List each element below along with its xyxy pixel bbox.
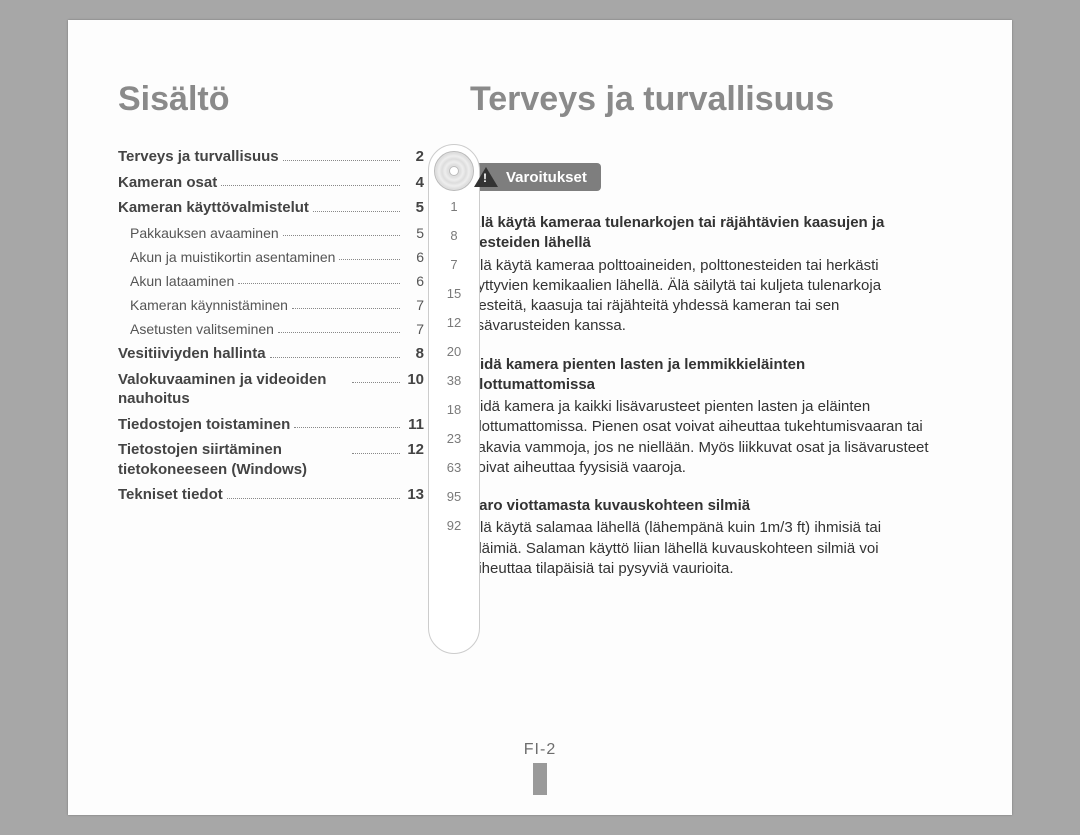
toc-page: 5 [404,198,424,218]
disc-icon [434,151,474,191]
capsule-page-ref: 8 [429,228,479,243]
toc-label: Terveys ja turvallisuus [118,147,279,167]
toc-title: Sisältö [118,80,424,119]
toc-page: 6 [404,248,424,266]
toc-label: Akun lataaminen [130,272,234,290]
warning-badge-label: Varoitukset [506,169,587,186]
toc-label: Akun ja muistikortin asentaminen [130,248,335,266]
toc-page: 2 [404,147,424,167]
capsule-page-ref: 92 [429,518,479,533]
warning-body: Älä käytä kameraa polttoaineiden, poltto… [470,256,930,337]
toc-leader-dots [313,198,400,212]
toc-label: Valokuvaaminen ja videoiden nauhoitus [118,370,348,409]
toc-label: Kameran käynnistäminen [130,296,288,314]
toc-label: Kameran osat [118,173,217,193]
toc-row: Kameran osat 4 [118,173,424,193]
two-column-layout: Sisältö Terveys ja turvallisuus 2 Kameran … [118,80,962,731]
toc-leader-dots [227,485,400,499]
toc-leader-dots [270,344,400,358]
toc-leader-dots [278,320,400,333]
toc-leader-dots [221,173,400,187]
warning-heading: Älä käytä kameraa tulenarkojen tai räjäh… [470,213,930,254]
warning-body: Älä käytä salamaa lähellä (lähempänä kui… [470,518,930,579]
toc-row: Kameran käynnistäminen 7 [118,296,424,314]
footer-bar [533,763,547,795]
capsule-page-ref: 95 [429,489,479,504]
toc-label: Tietostojen siirtäminen tietokoneeseen (… [118,440,348,479]
capsule-page-ref: 63 [429,460,479,475]
toc-leader-dots [339,248,400,261]
warning-heading: Varo viottamasta kuvauskohteen silmiä [470,496,930,516]
toc-row: Terveys ja turvallisuus 2 [118,147,424,167]
toc-row: Asetusten valitseminen 7 [118,320,424,338]
toc-row: Vesitiiviyden hallinta 8 [118,344,424,364]
toc-leader-dots [352,370,400,384]
toc-page: 8 [404,344,424,364]
warning-badge: Varoitukset [470,163,601,191]
toc-label: Kameran käyttövalmistelut [118,198,309,218]
toc-label: Vesitiiviyden hallinta [118,344,266,364]
toc-row: Akun ja muistikortin asentaminen 6 [118,248,424,266]
toc-row: Valokuvaaminen ja videoiden nauhoitus 10 [118,370,424,409]
capsule-page-ref: 38 [429,373,479,388]
toc-label: Asetusten valitseminen [130,320,274,338]
toc-page: 7 [404,320,424,338]
toc-page: 4 [404,173,424,193]
toc-leader-dots [294,415,400,429]
warning-block: Varo viottamasta kuvauskohteen silmiäÄlä… [470,496,930,579]
toc-page: 5 [404,224,424,242]
warning-heading: Pidä kamera pienten lasten ja lemmikkiel… [470,355,930,396]
toc-page: 10 [404,370,424,409]
toc-leader-dots [292,296,400,309]
capsule-page-ref: 23 [429,431,479,446]
toc-row: Pakkauksen avaaminen 5 [118,224,424,242]
table-of-contents: Terveys ja turvallisuus2Kameran osat4Kam… [118,147,424,505]
warning-block: Pidä kamera pienten lasten ja lemmikkiel… [470,355,930,479]
warning-body: Pidä kamera ja kaikki lisävarusteet pien… [470,397,930,478]
toc-page: 13 [404,485,424,505]
toc-row: Tiedostojen toistaminen 11 [118,415,424,435]
page-index-capsule: 187151220381823639592 [428,144,480,654]
toc-leader-dots [283,147,400,161]
toc-leader-dots [238,272,400,285]
toc-page: 7 [404,296,424,314]
capsule-page-ref: 18 [429,402,479,417]
capsule-page-ref: 20 [429,344,479,359]
warning-block: Älä käytä kameraa tulenarkojen tai räjäh… [470,213,930,337]
right-column: Terveys ja turvallisuus Varoitukset Älä … [470,80,962,731]
warning-triangle-icon [474,167,498,187]
toc-label: Pakkauksen avaaminen [130,224,279,242]
toc-page: 6 [404,272,424,290]
page-footer: FI-2 [118,741,962,795]
toc-row: Akun lataaminen 6 [118,272,424,290]
left-column: Sisältö Terveys ja turvallisuus 2 Kameran … [118,80,424,731]
toc-row: Tekniset tiedot 13 [118,485,424,505]
toc-leader-dots [352,440,400,454]
capsule-page-ref: 12 [429,315,479,330]
toc-page: 12 [404,440,424,479]
toc-leader-dots [283,224,400,237]
toc-row: Kameran käyttövalmistelut 5 [118,198,424,218]
capsule-page-ref: 15 [429,286,479,301]
toc-page: 11 [404,415,424,435]
toc-row: Tietostojen siirtäminen tietokoneeseen (… [118,440,424,479]
capsule-page-ref: 7 [429,257,479,272]
capsule-page-ref: 1 [429,199,479,214]
page-number: FI-2 [524,741,556,758]
toc-label: Tiedostojen toistaminen [118,415,290,435]
section-title: Terveys ja turvallisuus [470,80,962,119]
manual-page: Sisältö Terveys ja turvallisuus 2 Kameran … [68,20,1012,815]
toc-label: Tekniset tiedot [118,485,223,505]
